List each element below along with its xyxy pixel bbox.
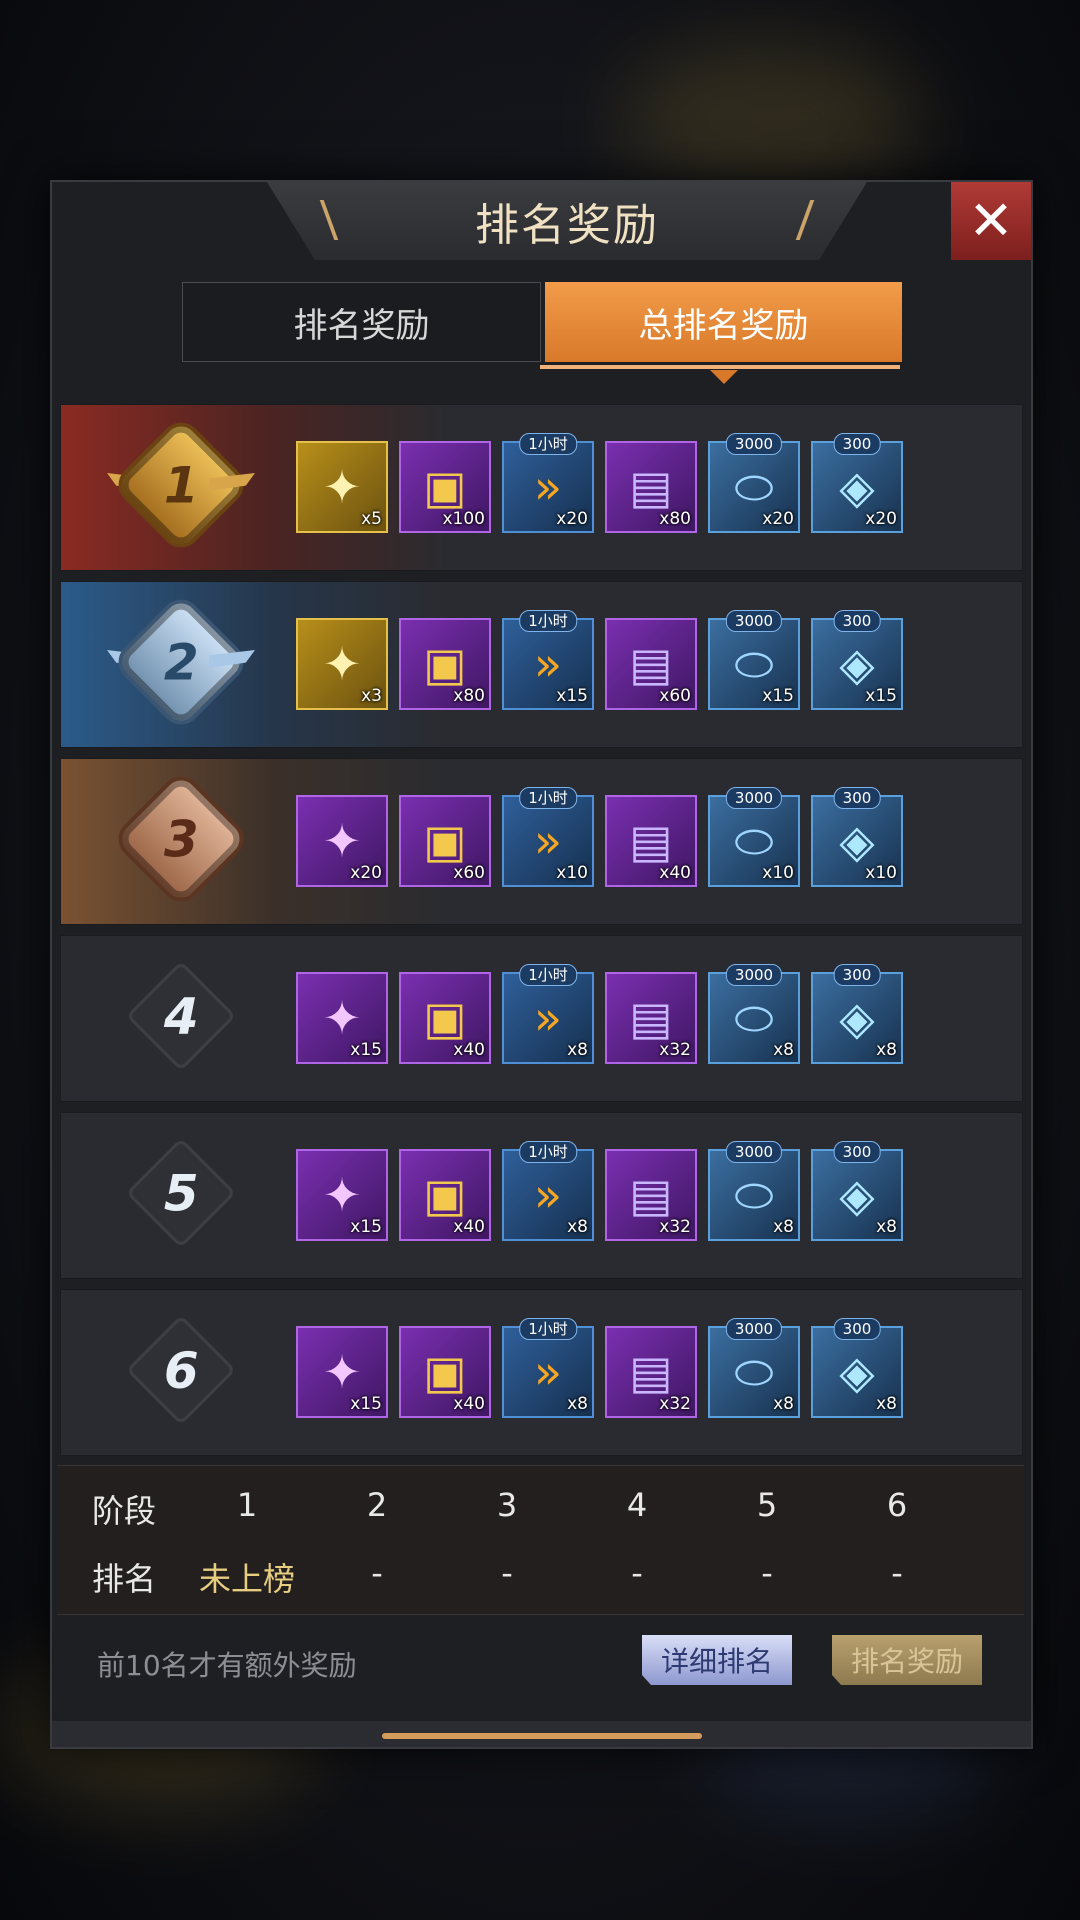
supply-crate-icon[interactable]: ▤ x32 — [605, 1326, 697, 1418]
speedup-icon[interactable]: 1小时» x10 — [502, 787, 594, 887]
rank-badge: 4 — [101, 956, 261, 1076]
reward-items: ✦ x15 ▣ x40 1小时» x8 ▤ x32 3000 ⬭ x8 300 ◈ x8 — [296, 1318, 903, 1418]
extra-reward-note: 前10名才有额外奖励 — [97, 1649, 357, 1682]
gold-chest-icon[interactable]: ▣ x60 — [399, 795, 491, 887]
detail-ranking-button[interactable]: 详细排名 — [642, 1635, 792, 1685]
rank-row: 排名 未上榜 - - - - - — [57, 1554, 1024, 1614]
gold-chest-icon[interactable]: ▣ x100 — [399, 441, 491, 533]
teleport-platform-icon[interactable]: 300 ◈ x8 — [811, 964, 903, 1064]
wing-badge-icon[interactable]: ✦ x20 — [296, 795, 388, 887]
rank-cell: 未上榜 — [198, 1560, 296, 1598]
reward-list: 1 ✦ x5 ▣ x100 1小时» x20 ▤ x80 3000 ⬭ x20 300 ◈ x2… — [60, 404, 1023, 1466]
speedup-icon[interactable]: 1小时» x15 — [502, 610, 594, 710]
supply-crate-icon[interactable]: ▤ x32 — [605, 1149, 697, 1241]
reward-row-rank-6: 6 ✦ x15 ▣ x40 1小时» x8 ▤ x32 3000 ⬭ x8 300 ◈ x8 — [60, 1289, 1023, 1456]
ranking-reward-dialog: 排名奖励 ✕ 排名奖励 总排名奖励 1 ✦ x5 ▣ x100 1小时» x20 ▤ x… — [50, 180, 1033, 1749]
capsule-icon[interactable]: 3000 ⬭ x15 — [708, 610, 800, 710]
supply-crate-icon[interactable]: ▤ x32 — [605, 972, 697, 1064]
rank-badge: 5 — [101, 1133, 261, 1253]
gold-chest-icon[interactable]: ▣ x40 — [399, 972, 491, 1064]
tab-total-ranking-reward[interactable]: 总排名奖励 — [545, 282, 902, 384]
stage-rank-table: 阶段 1 2 3 4 5 6 排名 未上榜 - - - - - — [57, 1465, 1024, 1615]
wing-badge-icon[interactable]: ✦ x3 — [296, 618, 388, 710]
capsule-icon[interactable]: 3000 ⬭ x8 — [708, 1141, 800, 1241]
reward-items: ✦ x15 ▣ x40 1小时» x8 ▤ x32 3000 ⬭ x8 300 ◈ x8 — [296, 1141, 903, 1241]
reward-items: ✦ x3 ▣ x80 1小时» x15 ▤ x60 3000 ⬭ x15 300 ◈ x15 — [296, 610, 903, 710]
bronze-medal-icon: 3 — [110, 768, 252, 910]
rank-badge: 6 — [101, 1310, 261, 1430]
wing-badge-icon[interactable]: ✦ x15 — [296, 1326, 388, 1418]
tab-bar: 排名奖励 总排名奖励 — [182, 282, 902, 384]
rank-cell: - — [501, 1554, 513, 1592]
teleport-platform-icon[interactable]: 300 ◈ x8 — [811, 1141, 903, 1241]
tab-ranking-reward[interactable]: 排名奖励 — [182, 282, 541, 362]
stage-row: 阶段 1 2 3 4 5 6 — [57, 1486, 1024, 1546]
capsule-icon[interactable]: 3000 ⬭ x10 — [708, 787, 800, 887]
teleport-platform-icon[interactable]: 300 ◈ x20 — [811, 433, 903, 533]
capsule-icon[interactable]: 3000 ⬭ x8 — [708, 964, 800, 1064]
wing-badge-icon[interactable]: ✦ x15 — [296, 1149, 388, 1241]
supply-crate-icon[interactable]: ▤ x60 — [605, 618, 697, 710]
supply-crate-icon[interactable]: ▤ x40 — [605, 795, 697, 887]
reward-row-rank-5: 5 ✦ x15 ▣ x40 1小时» x8 ▤ x32 3000 ⬭ x8 300 ◈ x8 — [60, 1112, 1023, 1279]
rank-badge: 2 — [101, 591, 261, 733]
stage-cell: 1 — [236, 1486, 258, 1524]
stage-cell: 6 — [886, 1486, 908, 1524]
rank-badge: 3 — [101, 768, 261, 910]
wing-badge-icon[interactable]: ✦ x5 — [296, 441, 388, 533]
speedup-icon[interactable]: 1小时» x8 — [502, 1318, 594, 1418]
reward-items: ✦ x15 ▣ x40 1小时» x8 ▤ x32 3000 ⬭ x8 300 ◈ x8 — [296, 964, 903, 1064]
stage-cell: 3 — [496, 1486, 518, 1524]
teleport-platform-icon[interactable]: 300 ◈ x8 — [811, 1318, 903, 1418]
rank-number-icon: 6 — [125, 1314, 237, 1426]
rank-number-icon: 4 — [125, 960, 237, 1072]
reward-row-rank-3: 3 ✦ x20 ▣ x60 1小时» x10 ▤ x40 3000 ⬭ x10 300 ◈ x1… — [60, 758, 1023, 925]
rank-cell: - — [761, 1554, 773, 1592]
dialog-title: 排名奖励 — [475, 200, 659, 251]
wing-badge-icon[interactable]: ✦ x15 — [296, 972, 388, 1064]
rank-cell: - — [891, 1554, 903, 1592]
rank-badge: 1 — [101, 414, 261, 556]
reward-items: ✦ x5 ▣ x100 1小时» x20 ▤ x80 3000 ⬭ x20 300 ◈ x20 — [296, 433, 903, 533]
speedup-icon[interactable]: 1小时» x8 — [502, 964, 594, 1064]
close-icon: ✕ — [968, 189, 1014, 252]
gold-chest-icon[interactable]: ▣ x40 — [399, 1149, 491, 1241]
reward-row-rank-1: 1 ✦ x5 ▣ x100 1小时» x20 ▤ x80 3000 ⬭ x20 300 ◈ x2… — [60, 404, 1023, 571]
stage-cell: 5 — [756, 1486, 778, 1524]
stage-label: 阶段 — [92, 1492, 157, 1530]
rank-label: 排名 — [92, 1560, 157, 1598]
speedup-icon[interactable]: 1小时» x8 — [502, 1141, 594, 1241]
reward-items: ✦ x20 ▣ x60 1小时» x10 ▤ x40 3000 ⬭ x10 300 ◈ x10 — [296, 787, 903, 887]
stage-cell: 4 — [626, 1486, 648, 1524]
rank-cell: - — [631, 1554, 643, 1592]
bottom-glow-bar — [382, 1733, 702, 1739]
capsule-icon[interactable]: 3000 ⬭ x20 — [708, 433, 800, 533]
rank-number-icon: 5 — [125, 1137, 237, 1249]
close-button[interactable]: ✕ — [951, 182, 1031, 260]
stage-cell: 2 — [366, 1486, 388, 1524]
gold-chest-icon[interactable]: ▣ x40 — [399, 1326, 491, 1418]
reward-row-rank-4: 4 ✦ x15 ▣ x40 1小时» x8 ▤ x32 3000 ⬭ x8 300 ◈ x8 — [60, 935, 1023, 1102]
speedup-icon[interactable]: 1小时» x20 — [502, 433, 594, 533]
capsule-icon[interactable]: 3000 ⬭ x8 — [708, 1318, 800, 1418]
active-tab-underline — [540, 365, 900, 369]
rank-cell: - — [371, 1554, 383, 1592]
gold-chest-icon[interactable]: ▣ x80 — [399, 618, 491, 710]
teleport-platform-icon[interactable]: 300 ◈ x15 — [811, 610, 903, 710]
reward-row-rank-2: 2 ✦ x3 ▣ x80 1小时» x15 ▤ x60 3000 ⬭ x15 300 ◈ x15 — [60, 581, 1023, 748]
teleport-platform-icon[interactable]: 300 ◈ x10 — [811, 787, 903, 887]
supply-crate-icon[interactable]: ▤ x80 — [605, 441, 697, 533]
title-plate: 排名奖励 — [267, 182, 867, 260]
ranking-reward-button[interactable]: 排名奖励 — [832, 1635, 982, 1685]
